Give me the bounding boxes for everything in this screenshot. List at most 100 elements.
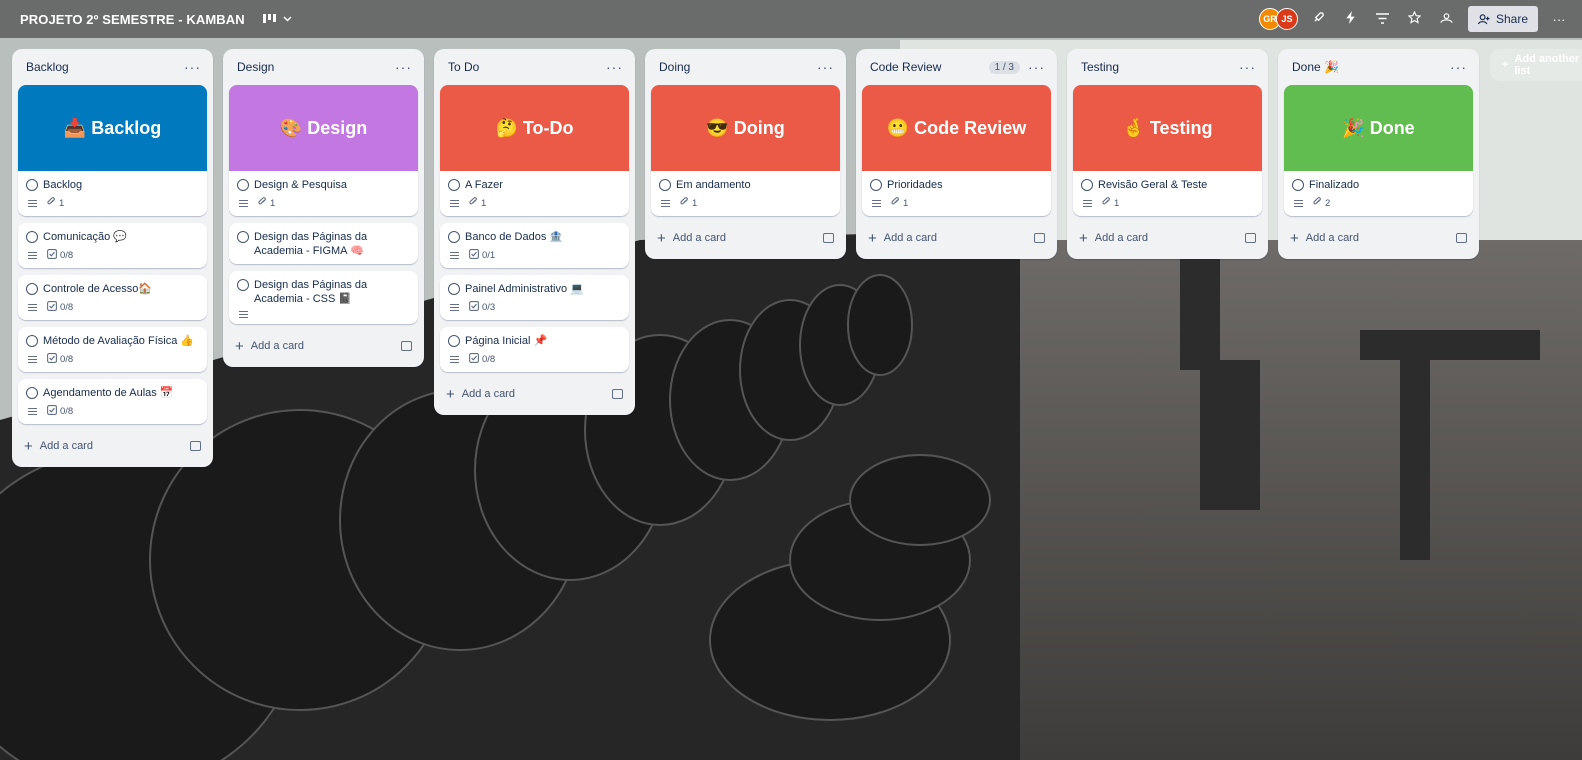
- card[interactable]: Método de Avaliação Física 👍 0/8: [18, 327, 207, 372]
- card[interactable]: 🤔 To-Do A Fazer 1: [440, 85, 629, 216]
- card-template-icon[interactable]: [823, 233, 834, 243]
- complete-checkbox-icon[interactable]: [1292, 179, 1304, 191]
- badge: [450, 356, 459, 363]
- list-title[interactable]: Design: [237, 60, 274, 74]
- card[interactable]: 😎 Doing Em andamento 1: [651, 85, 840, 216]
- add-card-button[interactable]: + Add a card: [651, 223, 840, 253]
- badge: 0/8: [47, 301, 73, 314]
- complete-checkbox-icon[interactable]: [237, 279, 249, 291]
- automation-bolt-icon[interactable]: [1340, 11, 1362, 27]
- card-template-icon[interactable]: [1456, 233, 1467, 243]
- attachment-icon: [1102, 197, 1111, 210]
- complete-checkbox-icon[interactable]: [237, 179, 249, 191]
- more-menu-icon[interactable]: ···: [1548, 12, 1570, 27]
- complete-checkbox-icon[interactable]: [448, 335, 460, 347]
- add-card-label: Add a card: [672, 232, 726, 244]
- complete-checkbox-icon[interactable]: [870, 179, 882, 191]
- badge: [239, 311, 248, 318]
- badge: 0/8: [47, 405, 73, 418]
- card-body: Método de Avaliação Física 👍 0/8: [18, 327, 207, 372]
- member-avatar[interactable]: JS: [1275, 8, 1298, 30]
- add-card-button[interactable]: + Add a card: [1284, 223, 1473, 253]
- complete-checkbox-icon[interactable]: [448, 231, 460, 243]
- card-body: Revisão Geral & Teste 1: [1073, 171, 1262, 216]
- badge-count: 1: [270, 198, 276, 209]
- complete-checkbox-icon[interactable]: [26, 387, 38, 399]
- complete-checkbox-icon[interactable]: [1081, 179, 1093, 191]
- card[interactable]: Agendamento de Aulas 📅 0/8: [18, 379, 207, 424]
- card-title-row: Banco de Dados 🏦: [448, 230, 621, 244]
- card-badges: 0/3: [448, 301, 621, 314]
- add-card-button[interactable]: + Add a card: [862, 223, 1051, 253]
- badge-count: 1: [481, 198, 487, 209]
- complete-checkbox-icon[interactable]: [26, 179, 38, 191]
- card[interactable]: 🤞 Testing Revisão Geral & Teste 1: [1073, 85, 1262, 216]
- list-actions-icon[interactable]: ···: [1450, 60, 1467, 74]
- card-body: Banco de Dados 🏦 0/1: [440, 223, 629, 268]
- list-1: Design ··· 🎨 Design Design & Pesquisa 1 Desig…: [223, 49, 424, 367]
- card-template-icon[interactable]: [1034, 233, 1045, 243]
- complete-checkbox-icon[interactable]: [26, 231, 38, 243]
- filter-icon[interactable]: [1372, 12, 1394, 27]
- card[interactable]: Controle de Acesso🏠 0/8: [18, 275, 207, 320]
- card-title-row: Revisão Geral & Teste: [1081, 178, 1254, 192]
- card[interactable]: Banco de Dados 🏦 0/1: [440, 223, 629, 268]
- board-title[interactable]: PROJETO 2º SEMESTRE - KAMBAN: [20, 12, 245, 27]
- card[interactable]: Página Inicial 📌 0/8: [440, 327, 629, 372]
- card-template-icon[interactable]: [401, 341, 412, 351]
- list-actions-icon[interactable]: ···: [1239, 60, 1256, 74]
- list-title[interactable]: Doing: [659, 60, 690, 74]
- share-button[interactable]: Share: [1467, 6, 1538, 32]
- card-title: Design & Pesquisa: [254, 179, 347, 191]
- complete-checkbox-icon[interactable]: [448, 179, 460, 191]
- card-template-icon[interactable]: [1245, 233, 1256, 243]
- complete-checkbox-icon[interactable]: [237, 231, 249, 243]
- card-template-icon[interactable]: [190, 441, 201, 451]
- visibility-icon[interactable]: [1436, 12, 1458, 27]
- list-title[interactable]: Code Review: [870, 60, 941, 74]
- card-cover: 🎉 Done: [1284, 85, 1473, 171]
- add-card-button[interactable]: + Add a card: [229, 331, 418, 361]
- card-badges: 0/8: [26, 405, 199, 418]
- badge: 1: [47, 197, 64, 210]
- badge: [28, 252, 37, 259]
- board-canvas: Backlog ··· 📥 Backlog Backlog 1 Comunicação 💬…: [12, 49, 1479, 467]
- list-actions-icon[interactable]: ···: [395, 60, 412, 74]
- card[interactable]: Painel Administrativo 💻 0/3: [440, 275, 629, 320]
- add-card-button[interactable]: + Add a card: [18, 431, 207, 461]
- card-badges: 0/8: [26, 301, 199, 314]
- card-body: Backlog 1: [18, 171, 207, 216]
- star-icon[interactable]: [1404, 10, 1426, 27]
- card[interactable]: 🎉 Done Finalizado 2: [1284, 85, 1473, 216]
- complete-checkbox-icon[interactable]: [448, 283, 460, 295]
- list-actions-icon[interactable]: ···: [1028, 60, 1045, 74]
- add-card-button[interactable]: + Add a card: [1073, 223, 1262, 253]
- card[interactable]: Comunicação 💬 0/8: [18, 223, 207, 268]
- header-actions: GR JS Share ···: [1258, 6, 1570, 32]
- list-title[interactable]: Done 🎉: [1292, 60, 1339, 74]
- description-icon: [450, 200, 459, 207]
- card[interactable]: Design das Páginas da Academia - FIGMA 🧠: [229, 223, 418, 264]
- card-badges: 1: [870, 197, 1043, 210]
- card[interactable]: Design das Páginas da Academia - CSS 📓: [229, 271, 418, 324]
- complete-checkbox-icon[interactable]: [26, 335, 38, 347]
- list-actions-icon[interactable]: ···: [184, 60, 201, 74]
- card[interactable]: 😬 Code Review Prioridades 1: [862, 85, 1051, 216]
- list-title[interactable]: Testing: [1081, 60, 1119, 74]
- description-icon: [450, 252, 459, 259]
- card[interactable]: 📥 Backlog Backlog 1: [18, 85, 207, 216]
- badge: 1: [258, 197, 275, 210]
- add-another-list-button[interactable]: + Add another list: [1490, 49, 1582, 81]
- rocket-icon[interactable]: [1308, 11, 1330, 27]
- add-card-button[interactable]: + Add a card: [440, 379, 629, 409]
- card[interactable]: 🎨 Design Design & Pesquisa 1: [229, 85, 418, 216]
- complete-checkbox-icon[interactable]: [659, 179, 671, 191]
- card-body: Em andamento 1: [651, 171, 840, 216]
- list-title[interactable]: To Do: [448, 60, 479, 74]
- list-actions-icon[interactable]: ···: [817, 60, 834, 74]
- card-template-icon[interactable]: [612, 389, 623, 399]
- list-actions-icon[interactable]: ···: [606, 60, 623, 74]
- view-switcher[interactable]: [262, 14, 292, 24]
- complete-checkbox-icon[interactable]: [26, 283, 38, 295]
- list-title[interactable]: Backlog: [26, 60, 69, 74]
